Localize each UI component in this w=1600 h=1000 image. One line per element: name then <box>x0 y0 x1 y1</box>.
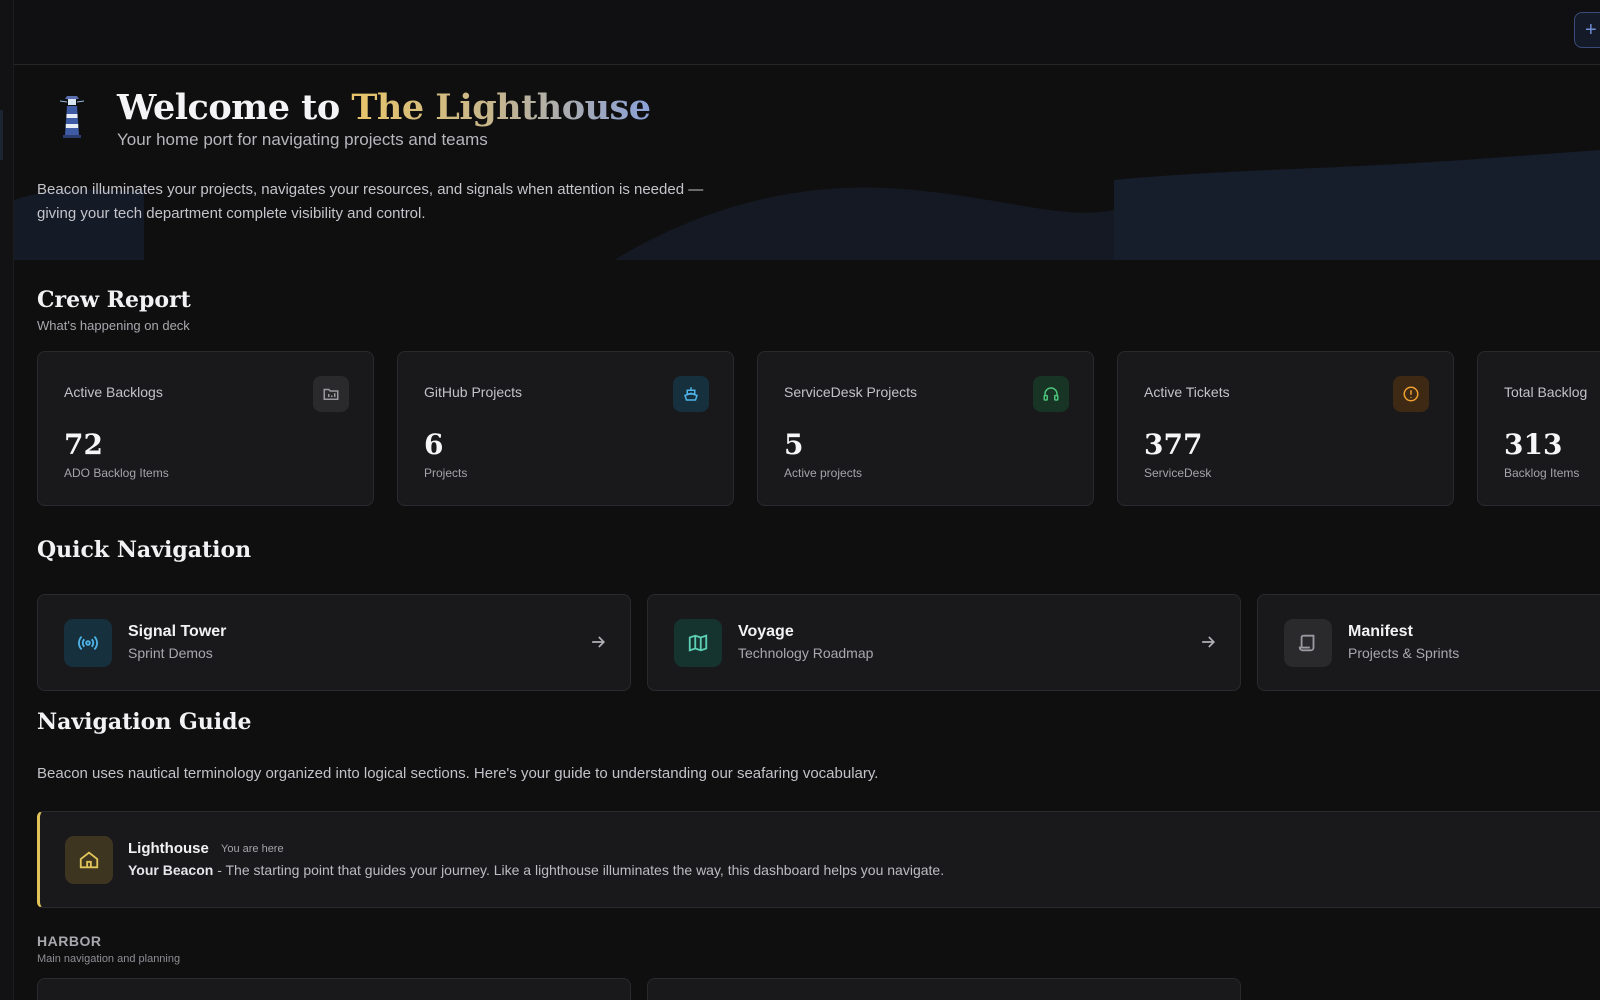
crew-report-subtitle: What's happening on deck <box>37 318 190 333</box>
stat-caption: ADO Backlog Items <box>64 466 169 480</box>
guide-card-title: Lighthouse <box>128 840 209 857</box>
nav-card-title: Manifest <box>1348 623 1413 640</box>
scroll-icon <box>1284 619 1332 667</box>
crew-report-title: Crew Report <box>37 287 191 313</box>
stat-card-active-tickets[interactable]: Active Tickets 377 ServiceDesk <box>1117 351 1454 506</box>
add-button[interactable]: + <box>1574 12 1600 48</box>
current-location-badge: You are here <box>221 843 284 855</box>
page-subtitle: Your home port for navigating projects a… <box>117 130 488 149</box>
stat-label: Active Backlogs <box>64 384 163 400</box>
stat-caption: Projects <box>424 466 468 480</box>
stat-value: 313 <box>1504 428 1563 461</box>
harbor-card[interactable] <box>37 978 631 1000</box>
stat-label: ServiceDesk Projects <box>784 384 918 400</box>
guide-card-lighthouse[interactable]: Lighthouse You are here Your Beacon - Th… <box>37 811 1600 908</box>
stat-value: 377 <box>1144 428 1203 461</box>
quick-navigation-row: Signal Tower Sprint Demos Voyage Technol… <box>37 594 1600 691</box>
navigation-guide-title: Navigation Guide <box>37 709 252 735</box>
nav-card-voyage[interactable]: Voyage Technology Roadmap <box>647 594 1241 691</box>
guide-card-description: Your Beacon - The starting point that gu… <box>128 862 944 878</box>
harbor-card[interactable] <box>647 978 1241 1000</box>
top-bar: + <box>14 0 1600 65</box>
navigation-guide-description: Beacon uses nautical terminology organiz… <box>37 765 879 782</box>
rail-marker <box>0 110 3 160</box>
harbor-section-subtitle: Main navigation and planning <box>37 953 181 965</box>
arrow-right-icon <box>592 636 606 648</box>
app-root: + Welcome to The Lighthouse Your home po… <box>0 0 1600 1000</box>
nav-card-title: Signal Tower <box>128 623 227 640</box>
sidebar-rail <box>0 0 14 1000</box>
nav-card-manifest[interactable]: Manifest Projects & Sprints <box>1257 594 1600 691</box>
ship-icon <box>673 376 709 412</box>
page-title-prefix: Welcome to <box>117 87 340 128</box>
stats-row: Active Backlogs 72 ADO Backlog Items Git… <box>37 351 1600 506</box>
nav-card-subtitle: Sprint Demos <box>128 645 213 661</box>
headphones-icon <box>1033 376 1069 412</box>
stat-caption: ServiceDesk <box>1144 466 1212 480</box>
stat-card-github-projects[interactable]: GitHub Projects 6 Projects <box>397 351 734 506</box>
nav-card-subtitle: Technology Roadmap <box>738 645 874 661</box>
map-icon <box>674 619 722 667</box>
arrow-right-icon <box>1202 636 1216 648</box>
stat-value: 72 <box>64 428 103 461</box>
guide-card-desc-rest: - The starting point that guides your jo… <box>213 862 945 878</box>
stat-caption: Backlog Items <box>1504 466 1580 480</box>
home-icon <box>65 836 113 884</box>
hero-banner: Welcome to The Lighthouse Your home port… <box>14 65 1600 260</box>
page-title: Welcome to The Lighthouse <box>117 87 651 128</box>
lighthouse-icon <box>59 96 85 138</box>
stat-label: Total Backlog <box>1504 384 1588 400</box>
page-title-accent: The Lighthouse <box>351 87 651 128</box>
stat-value: 5 <box>784 428 804 461</box>
stat-value: 6 <box>424 428 444 461</box>
harbor-section-title: HARBOR <box>37 933 102 949</box>
stat-label: Active Tickets <box>1144 384 1230 400</box>
hero-description: Beacon illuminates your projects, naviga… <box>37 181 704 222</box>
quick-navigation-title: Quick Navigation <box>37 537 252 563</box>
nav-card-subtitle: Projects & Sprints <box>1348 645 1460 661</box>
stat-label: GitHub Projects <box>424 384 523 400</box>
stat-card-servicedesk-projects[interactable]: ServiceDesk Projects 5 Active projects <box>757 351 1094 506</box>
main-content: Welcome to The Lighthouse Your home port… <box>14 65 1600 1000</box>
nav-card-signal-tower[interactable]: Signal Tower Sprint Demos <box>37 594 631 691</box>
guide-card-desc-bold: Your Beacon <box>128 862 214 878</box>
stat-card-active-backlogs[interactable]: Active Backlogs 72 ADO Backlog Items <box>37 351 374 506</box>
nav-card-title: Voyage <box>738 623 794 640</box>
stat-card-total-backlog[interactable]: Total Backlog 313 Backlog Items <box>1477 351 1600 506</box>
stat-caption: Active projects <box>784 466 863 480</box>
broadcast-icon <box>64 619 112 667</box>
plus-icon: + <box>1585 19 1597 41</box>
alert-circle-icon <box>1393 376 1429 412</box>
folder-icon <box>313 376 349 412</box>
